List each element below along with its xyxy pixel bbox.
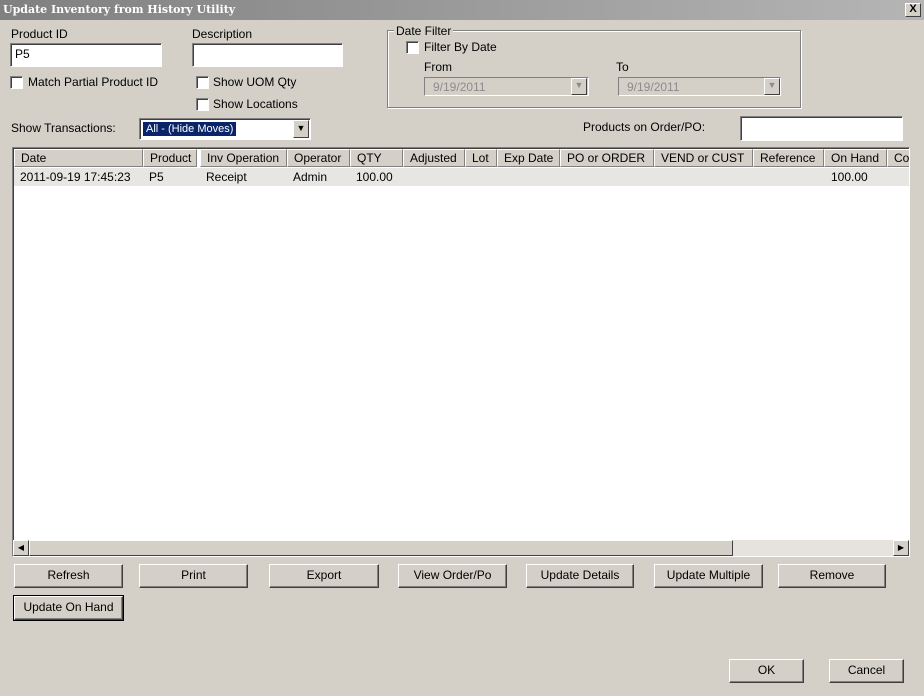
history-grid: Date Product Inv Operation Operator QTY … <box>12 147 910 557</box>
view-order-button[interactable]: View Order/Po <box>398 564 507 588</box>
filter-by-date-checkbox[interactable] <box>406 41 419 54</box>
filter-by-date-label: Filter By Date <box>424 40 497 54</box>
column-header-vend-or-cust[interactable]: VEND or CUST <box>654 149 753 167</box>
cancel-button[interactable]: Cancel <box>829 659 904 683</box>
column-header-exp-date[interactable]: Exp Date <box>497 149 560 167</box>
cell-on-hand: 100.00 <box>831 170 868 184</box>
to-date-value: 9/19/2011 <box>627 80 680 94</box>
show-locations-label: Show Locations <box>213 97 298 111</box>
horizontal-scrollbar[interactable]: ◀ ▶ <box>13 540 909 556</box>
from-label: From <box>424 60 452 74</box>
column-header-operator[interactable]: Operator <box>287 149 350 167</box>
from-date-picker[interactable]: 9/19/2011 <box>424 77 589 96</box>
cell-operator: Admin <box>293 170 328 184</box>
products-on-order-input[interactable] <box>740 116 903 141</box>
column-header-inv-operation[interactable]: Inv Operation <box>200 149 287 167</box>
show-locations-checkbox[interactable] <box>196 98 209 111</box>
to-date-picker[interactable]: 9/19/2011 <box>618 77 781 96</box>
date-filter-legend: Date Filter <box>394 24 454 38</box>
cell-inv-operation: Receipt <box>206 170 247 184</box>
show-uom-qty-label: Show UOM Qty <box>213 75 297 89</box>
cell-product: P5 <box>149 170 164 184</box>
product-id-value: P5 <box>15 47 30 61</box>
column-header-adjusted[interactable]: Adjusted <box>403 149 465 167</box>
column-header-qty[interactable]: QTY <box>350 149 403 167</box>
arrow-left-icon[interactable]: ◀ <box>13 540 29 556</box>
ok-button[interactable]: OK <box>729 659 804 683</box>
to-label: To <box>616 60 629 74</box>
column-header-product[interactable]: Product <box>143 149 197 167</box>
cell-date: 2011-09-19 17:45:23 <box>20 170 131 184</box>
chevron-down-icon[interactable]: ▼ <box>764 78 780 95</box>
update-details-button[interactable]: Update Details <box>526 564 634 588</box>
match-partial-label: Match Partial Product ID <box>28 75 159 89</box>
show-transactions-select[interactable]: All - (Hide Moves) <box>139 118 311 140</box>
close-button[interactable]: X <box>905 3 921 17</box>
export-button[interactable]: Export <box>269 564 379 588</box>
show-uom-qty-checkbox[interactable] <box>196 76 209 89</box>
title-bar: Update Inventory from History Utility <box>0 0 924 20</box>
match-partial-checkbox[interactable] <box>10 76 23 89</box>
products-on-order-label: Products on Order/PO: <box>583 120 706 134</box>
print-button[interactable]: Print <box>139 564 248 588</box>
column-header-po-or-order[interactable]: PO or ORDER <box>560 149 654 167</box>
from-date-value: 9/19/2011 <box>433 80 486 94</box>
product-id-input[interactable]: P5 <box>10 43 162 67</box>
show-transactions-value: All - (Hide Moves) <box>141 121 238 137</box>
chevron-down-icon[interactable]: ▼ <box>293 120 309 138</box>
product-id-label: Product ID <box>11 27 68 41</box>
column-header-lot[interactable]: Lot <box>465 149 497 167</box>
window-title: Update Inventory from History Utility <box>3 3 236 16</box>
update-on-hand-button[interactable]: Update On Hand <box>13 595 124 621</box>
description-label: Description <box>192 27 253 41</box>
column-header-date[interactable]: Date <box>14 149 143 167</box>
column-header-on-hand[interactable]: On Hand <box>824 149 887 167</box>
scrollbar-thumb[interactable] <box>29 540 733 556</box>
remove-button[interactable]: Remove <box>778 564 886 588</box>
show-transactions-label: Show Transactions: <box>11 121 116 135</box>
refresh-button[interactable]: Refresh <box>14 564 123 588</box>
chevron-down-icon[interactable]: ▼ <box>571 78 587 95</box>
arrow-right-icon[interactable]: ▶ <box>893 540 909 556</box>
column-header-reference[interactable]: Reference <box>753 149 824 167</box>
close-icon: X <box>909 3 917 15</box>
update-multiple-button[interactable]: Update Multiple <box>654 564 763 588</box>
column-header-co[interactable]: Co <box>887 149 909 167</box>
cell-qty: 100.00 <box>356 170 393 184</box>
description-input[interactable] <box>192 43 343 67</box>
